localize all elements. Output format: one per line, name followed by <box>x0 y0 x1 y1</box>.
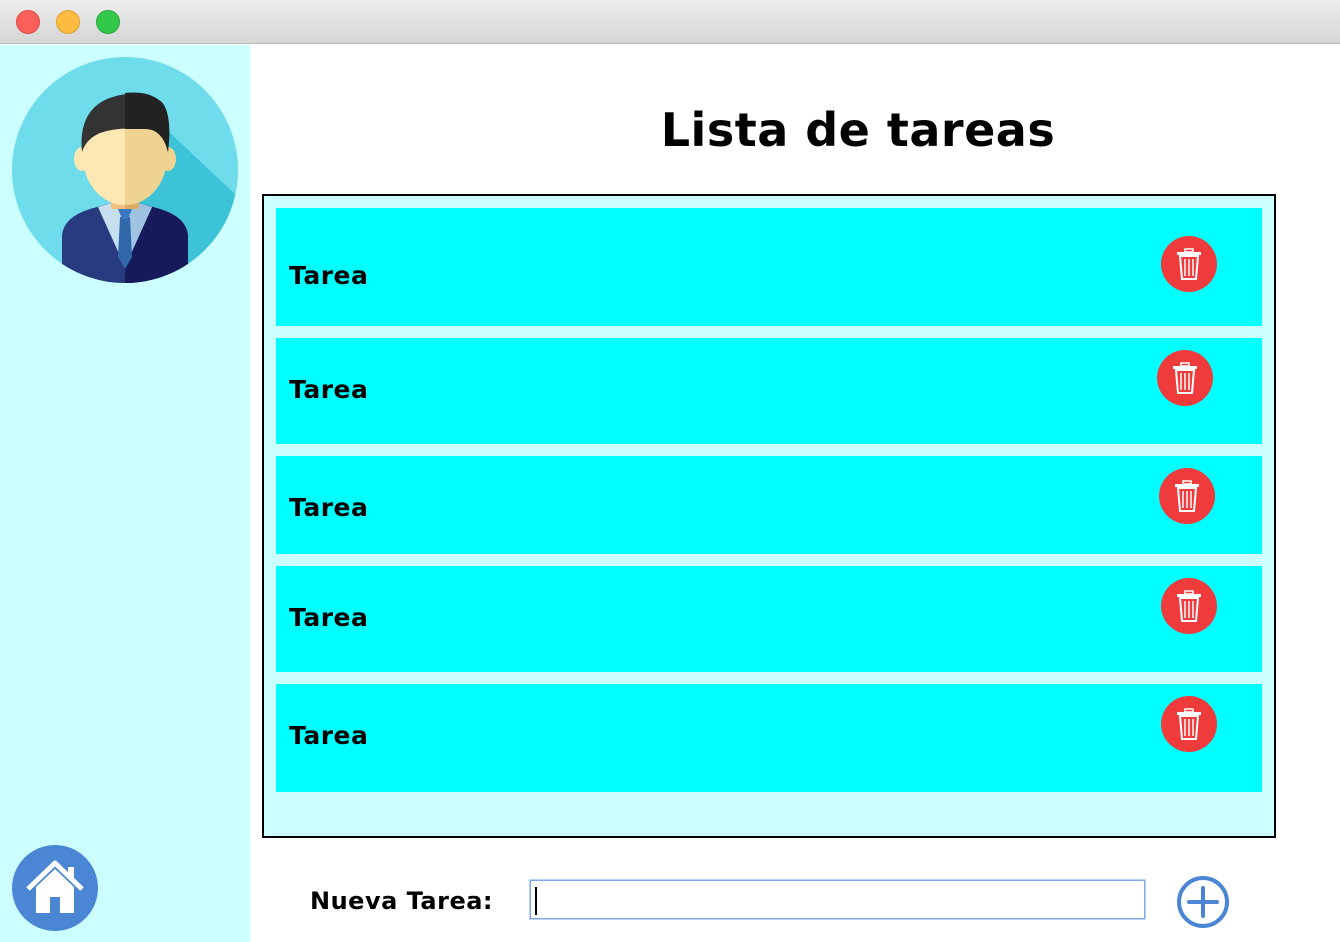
plus-circle-icon[interactable] <box>1176 875 1230 929</box>
task-item: Tarea <box>276 338 1262 444</box>
sidebar <box>0 45 250 942</box>
task-label: Tarea <box>289 493 369 522</box>
trash-icon <box>1177 708 1201 740</box>
task-item: Tarea <box>276 684 1262 792</box>
title-bar <box>0 0 1340 44</box>
task-label: Tarea <box>289 375 369 404</box>
delete-task-button[interactable] <box>1161 236 1217 292</box>
user-avatar-icon <box>12 57 238 283</box>
close-window-button[interactable] <box>16 10 40 34</box>
minimize-window-button[interactable] <box>56 10 80 34</box>
task-list-panel: Tarea Tarea Tarea Tarea Tarea <box>262 194 1276 838</box>
trash-icon <box>1177 590 1201 622</box>
task-label: Tarea <box>289 261 369 290</box>
task-item: Tarea <box>276 208 1262 326</box>
delete-task-button[interactable] <box>1161 696 1217 752</box>
delete-task-button[interactable] <box>1159 468 1215 524</box>
trash-icon <box>1177 248 1201 280</box>
main-content: Lista de tareas Tarea Tarea Tarea Tarea … <box>250 45 1340 942</box>
trash-icon <box>1175 480 1199 512</box>
delete-task-button[interactable] <box>1161 578 1217 634</box>
trash-icon <box>1173 362 1197 394</box>
new-task-input[interactable] <box>530 880 1145 919</box>
maximize-window-button[interactable] <box>96 10 120 34</box>
new-task-label: Nueva Tarea: <box>310 887 494 915</box>
task-label: Tarea <box>289 603 369 632</box>
task-item: Tarea <box>276 456 1262 554</box>
task-label: Tarea <box>289 721 369 750</box>
app-window: Lista de tareas Tarea Tarea Tarea Tarea … <box>0 0 1340 942</box>
page-title: Lista de tareas <box>660 103 1056 157</box>
home-icon[interactable] <box>12 845 98 931</box>
delete-task-button[interactable] <box>1157 350 1213 406</box>
text-caret <box>535 887 537 915</box>
task-item: Tarea <box>276 566 1262 672</box>
